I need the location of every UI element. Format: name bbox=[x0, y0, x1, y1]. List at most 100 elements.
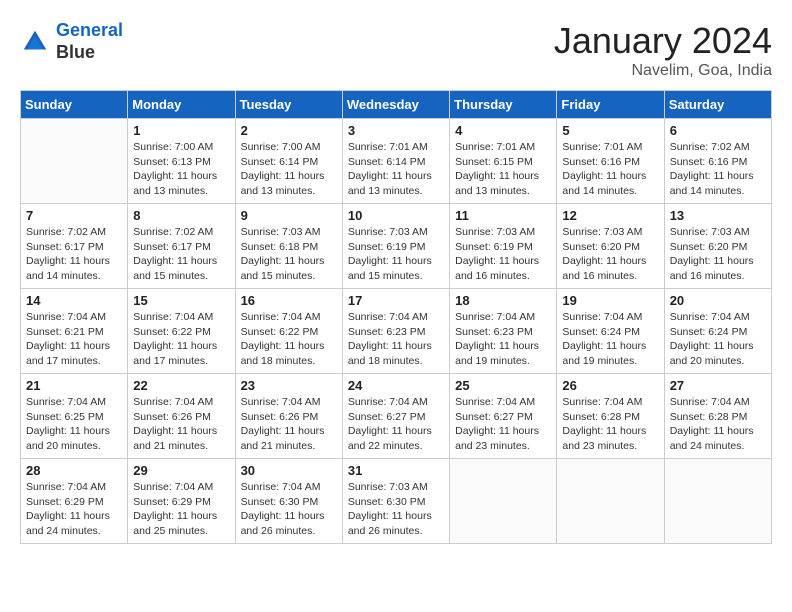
calendar-cell: 10Sunrise: 7:03 AM Sunset: 6:19 PM Dayli… bbox=[342, 204, 449, 289]
title-block: January 2024 Navelim, Goa, India bbox=[554, 20, 772, 80]
day-number: 24 bbox=[348, 378, 444, 393]
calendar-cell: 12 Sunrise: 7:03 AM Sunset: 6:20 PM Dayli… bbox=[557, 204, 664, 289]
calendar-week-row: 14 Sunrise: 7:04 AM Sunset: 6:21 PM Dayli… bbox=[21, 289, 772, 374]
calendar-cell: 30 Sunrise: 7:04 AM Sunset: 6:30 PM Dayli… bbox=[235, 459, 342, 544]
day-number: 8 bbox=[133, 208, 229, 223]
calendar-cell: 21 Sunrise: 7:04 AM Sunset: 6:25 PM Dayli… bbox=[21, 374, 128, 459]
day-number: 30 bbox=[241, 463, 337, 478]
calendar-cell: 13 Sunrise: 7:03 AM Sunset: 6:20 PM Dayli… bbox=[664, 204, 771, 289]
day-info: Sunrise: 7:04 AM Sunset: 6:24 PM Dayligh… bbox=[562, 310, 658, 369]
day-info: Sunrise: 7:03 AM Sunset: 6:19 PM Dayligh… bbox=[455, 225, 551, 284]
day-info: Sunrise: 7:04 AM Sunset: 6:29 PM Dayligh… bbox=[133, 480, 229, 539]
day-info: Sunrise: 7:02 AM Sunset: 6:17 PM Dayligh… bbox=[133, 225, 229, 284]
calendar-week-row: 21 Sunrise: 7:04 AM Sunset: 6:25 PM Dayli… bbox=[21, 374, 772, 459]
day-number: 9 bbox=[241, 208, 337, 223]
day-info: Sunrise: 7:03 AM Sunset: 6:20 PM Dayligh… bbox=[562, 225, 658, 284]
day-info: Sunrise: 7:04 AM Sunset: 6:28 PM Dayligh… bbox=[562, 395, 658, 454]
calendar-cell: 6 Sunrise: 7:02 AM Sunset: 6:16 PM Daylig… bbox=[664, 119, 771, 204]
calendar-cell: 7 Sunrise: 7:02 AM Sunset: 6:17 PM Daylig… bbox=[21, 204, 128, 289]
calendar-cell: 1 Sunrise: 7:00 AM Sunset: 6:13 PM Daylig… bbox=[128, 119, 235, 204]
calendar-cell: 25Sunrise: 7:04 AM Sunset: 6:27 PM Dayli… bbox=[450, 374, 557, 459]
calendar-cell: 28Sunrise: 7:04 AM Sunset: 6:29 PM Dayli… bbox=[21, 459, 128, 544]
calendar-cell: 19 Sunrise: 7:04 AM Sunset: 6:24 PM Dayli… bbox=[557, 289, 664, 374]
day-number: 1 bbox=[133, 123, 229, 138]
day-info: Sunrise: 7:04 AM Sunset: 6:28 PM Dayligh… bbox=[670, 395, 766, 454]
day-info: Sunrise: 7:04 AM Sunset: 6:23 PM Dayligh… bbox=[348, 310, 444, 369]
weekday-header: Thursday bbox=[450, 91, 557, 119]
day-info: Sunrise: 7:04 AM Sunset: 6:27 PM Dayligh… bbox=[455, 395, 551, 454]
month-title: January 2024 bbox=[554, 20, 772, 62]
calendar-cell: 22 Sunrise: 7:04 AM Sunset: 6:26 PM Dayli… bbox=[128, 374, 235, 459]
day-info: Sunrise: 7:00 AM Sunset: 6:13 PM Dayligh… bbox=[133, 140, 229, 199]
day-number: 7 bbox=[26, 208, 122, 223]
day-number: 23 bbox=[241, 378, 337, 393]
weekday-header: Tuesday bbox=[235, 91, 342, 119]
page-header: GeneralBlue January 2024 Navelim, Goa, I… bbox=[20, 20, 772, 80]
weekday-header: Saturday bbox=[664, 91, 771, 119]
logo-icon bbox=[20, 27, 50, 57]
day-number: 13 bbox=[670, 208, 766, 223]
day-info: Sunrise: 7:04 AM Sunset: 6:24 PM Dayligh… bbox=[670, 310, 766, 369]
day-info: Sunrise: 7:02 AM Sunset: 6:16 PM Dayligh… bbox=[670, 140, 766, 199]
day-info: Sunrise: 7:01 AM Sunset: 6:16 PM Dayligh… bbox=[562, 140, 658, 199]
calendar-cell: 2Sunrise: 7:00 AM Sunset: 6:14 PM Daylig… bbox=[235, 119, 342, 204]
location: Navelim, Goa, India bbox=[554, 62, 772, 80]
day-info: Sunrise: 7:04 AM Sunset: 6:30 PM Dayligh… bbox=[241, 480, 337, 539]
calendar-cell: 29Sunrise: 7:04 AM Sunset: 6:29 PM Dayli… bbox=[128, 459, 235, 544]
calendar-body: 1 Sunrise: 7:00 AM Sunset: 6:13 PM Daylig… bbox=[21, 119, 772, 544]
calendar-cell: 9 Sunrise: 7:03 AM Sunset: 6:18 PM Daylig… bbox=[235, 204, 342, 289]
day-info: Sunrise: 7:04 AM Sunset: 6:23 PM Dayligh… bbox=[455, 310, 551, 369]
day-number: 4 bbox=[455, 123, 551, 138]
calendar-cell: 18 Sunrise: 7:04 AM Sunset: 6:23 PM Dayli… bbox=[450, 289, 557, 374]
day-info: Sunrise: 7:04 AM Sunset: 6:22 PM Dayligh… bbox=[241, 310, 337, 369]
day-number: 26 bbox=[562, 378, 658, 393]
calendar-cell: 17 Sunrise: 7:04 AM Sunset: 6:23 PM Dayli… bbox=[342, 289, 449, 374]
day-info: Sunrise: 7:04 AM Sunset: 6:25 PM Dayligh… bbox=[26, 395, 122, 454]
calendar-cell bbox=[450, 459, 557, 544]
day-info: Sunrise: 7:02 AM Sunset: 6:17 PM Dayligh… bbox=[26, 225, 122, 284]
calendar-cell: 4 Sunrise: 7:01 AM Sunset: 6:15 PM Daylig… bbox=[450, 119, 557, 204]
day-number: 12 bbox=[562, 208, 658, 223]
calendar-cell: 3 Sunrise: 7:01 AM Sunset: 6:14 PM Daylig… bbox=[342, 119, 449, 204]
day-info: Sunrise: 7:01 AM Sunset: 6:14 PM Dayligh… bbox=[348, 140, 444, 199]
calendar-table: SundayMondayTuesdayWednesdayThursdayFrid… bbox=[20, 90, 772, 544]
day-number: 17 bbox=[348, 293, 444, 308]
day-number: 6 bbox=[670, 123, 766, 138]
weekday-header: Sunday bbox=[21, 91, 128, 119]
calendar-cell bbox=[664, 459, 771, 544]
day-info: Sunrise: 7:04 AM Sunset: 6:26 PM Dayligh… bbox=[133, 395, 229, 454]
day-info: Sunrise: 7:03 AM Sunset: 6:30 PM Dayligh… bbox=[348, 480, 444, 539]
weekday-header: Monday bbox=[128, 91, 235, 119]
day-number: 18 bbox=[455, 293, 551, 308]
calendar-week-row: 1 Sunrise: 7:00 AM Sunset: 6:13 PM Daylig… bbox=[21, 119, 772, 204]
calendar-week-row: 28Sunrise: 7:04 AM Sunset: 6:29 PM Dayli… bbox=[21, 459, 772, 544]
day-info: Sunrise: 7:03 AM Sunset: 6:18 PM Dayligh… bbox=[241, 225, 337, 284]
calendar-week-row: 7 Sunrise: 7:02 AM Sunset: 6:17 PM Daylig… bbox=[21, 204, 772, 289]
day-number: 19 bbox=[562, 293, 658, 308]
day-number: 22 bbox=[133, 378, 229, 393]
calendar-cell: 14 Sunrise: 7:04 AM Sunset: 6:21 PM Dayli… bbox=[21, 289, 128, 374]
day-number: 14 bbox=[26, 293, 122, 308]
logo: GeneralBlue bbox=[20, 20, 123, 63]
day-info: Sunrise: 7:04 AM Sunset: 6:27 PM Dayligh… bbox=[348, 395, 444, 454]
calendar-header-row: SundayMondayTuesdayWednesdayThursdayFrid… bbox=[21, 91, 772, 119]
day-number: 3 bbox=[348, 123, 444, 138]
weekday-header: Friday bbox=[557, 91, 664, 119]
day-number: 21 bbox=[26, 378, 122, 393]
day-info: Sunrise: 7:04 AM Sunset: 6:22 PM Dayligh… bbox=[133, 310, 229, 369]
day-info: Sunrise: 7:01 AM Sunset: 6:15 PM Dayligh… bbox=[455, 140, 551, 199]
day-info: Sunrise: 7:00 AM Sunset: 6:14 PM Dayligh… bbox=[241, 140, 337, 199]
calendar-cell: 26 Sunrise: 7:04 AM Sunset: 6:28 PM Dayli… bbox=[557, 374, 664, 459]
calendar-cell: 11Sunrise: 7:03 AM Sunset: 6:19 PM Dayli… bbox=[450, 204, 557, 289]
calendar-cell: 15Sunrise: 7:04 AM Sunset: 6:22 PM Dayli… bbox=[128, 289, 235, 374]
day-info: Sunrise: 7:04 AM Sunset: 6:21 PM Dayligh… bbox=[26, 310, 122, 369]
day-number: 16 bbox=[241, 293, 337, 308]
calendar-cell: 8 Sunrise: 7:02 AM Sunset: 6:17 PM Daylig… bbox=[128, 204, 235, 289]
calendar-cell: 20Sunrise: 7:04 AM Sunset: 6:24 PM Dayli… bbox=[664, 289, 771, 374]
calendar-cell: 24 Sunrise: 7:04 AM Sunset: 6:27 PM Dayli… bbox=[342, 374, 449, 459]
day-info: Sunrise: 7:03 AM Sunset: 6:20 PM Dayligh… bbox=[670, 225, 766, 284]
day-number: 27 bbox=[670, 378, 766, 393]
day-number: 5 bbox=[562, 123, 658, 138]
calendar-cell: 27 Sunrise: 7:04 AM Sunset: 6:28 PM Dayli… bbox=[664, 374, 771, 459]
day-info: Sunrise: 7:03 AM Sunset: 6:19 PM Dayligh… bbox=[348, 225, 444, 284]
